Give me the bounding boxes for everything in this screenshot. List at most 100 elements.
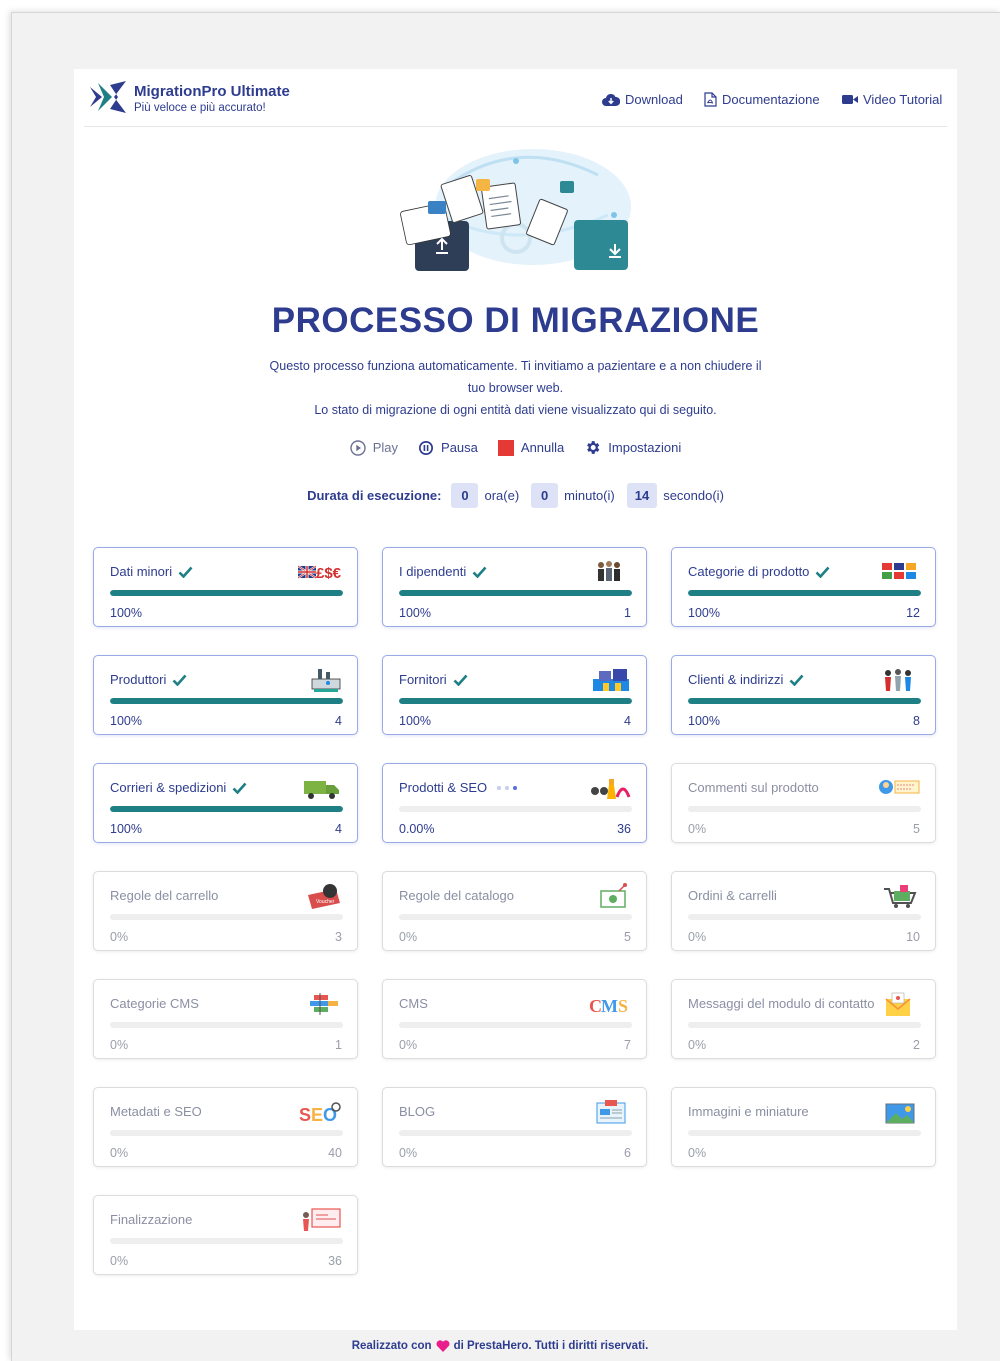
blog-icon — [596, 1100, 626, 1124]
checkmark-icon — [172, 674, 187, 686]
entity-name-text: BLOG — [399, 1104, 436, 1119]
progress-bar — [688, 698, 921, 704]
entity-card-fornitori: Fornitori 100% 4 — [382, 655, 647, 735]
pause-button[interactable]: Pausa — [418, 439, 478, 456]
entity-name: Fornitori — [399, 672, 468, 687]
progress-bar — [110, 914, 343, 920]
description-line-3: Lo stato di migrazione di ogni entità da… — [314, 403, 717, 417]
entity-name-text: CMS — [399, 996, 428, 1011]
progress-percent: 0% — [688, 1038, 707, 1052]
checkmark-icon — [816, 566, 830, 578]
nav-download-label: Download — [625, 92, 683, 107]
gear-icon — [587, 441, 600, 454]
cancel-button[interactable]: Annulla — [497, 439, 564, 456]
progress-percent: 0% — [688, 1146, 707, 1160]
entity-name-text: Produttori — [110, 672, 167, 687]
progress-bar — [688, 914, 921, 920]
entity-count: 4 — [335, 822, 342, 836]
progress-bar — [688, 1022, 921, 1028]
play-button[interactable]: Play — [350, 439, 398, 456]
progress-fill — [688, 698, 921, 704]
progress-bar — [110, 698, 343, 704]
migration-panel: MigrationPro Ultimate Più veloce e più a… — [74, 69, 957, 1330]
progress-fill — [399, 698, 632, 704]
entity-name: Prodotti & SEO — [399, 780, 518, 795]
checkmark-icon — [178, 566, 193, 578]
page-title: PROCESSO DI MIGRAZIONE — [271, 301, 760, 340]
progress-percent: 100% — [399, 714, 431, 728]
progress-percent: 0% — [688, 930, 707, 944]
nav-video-tutorial[interactable]: Video Tutorial — [842, 92, 942, 107]
comment-icon — [879, 780, 920, 794]
progress-bar — [399, 1130, 632, 1136]
description-line-1: Questo processo funziona automaticamente… — [269, 359, 762, 373]
entity-count: 5 — [624, 930, 631, 944]
progress-fill — [110, 590, 343, 596]
entity-card-commenti-sul-prodotto: Commenti sul prodotto 0% 5 — [671, 763, 936, 843]
heart-icon — [436, 1340, 450, 1352]
entity-count: 6 — [624, 1146, 631, 1160]
entity-name: I dipendenti — [399, 564, 487, 579]
svg-text:S: S — [299, 1105, 311, 1125]
cms-categories-icon — [310, 993, 338, 1015]
entity-count: 40 — [328, 1146, 342, 1160]
image-icon — [885, 1103, 915, 1124]
svg-text:Voucher: Voucher — [316, 899, 335, 905]
play-label: Play — [372, 440, 399, 455]
entity-name-text: Regole del catalogo — [399, 888, 514, 903]
entity-name-text: Categorie CMS — [110, 996, 199, 1011]
entity-name-text: Clienti & indirizzi — [688, 672, 784, 687]
checkmark-icon — [232, 782, 247, 794]
progress-fill — [688, 590, 921, 596]
entity-card-dati-minori: Dati minori £$€ 100% — [93, 547, 358, 627]
progress-bar — [399, 698, 632, 704]
nav-download[interactable]: Download — [602, 92, 683, 107]
svg-text:E: E — [311, 1105, 323, 1125]
progress-percent: 100% — [110, 822, 142, 836]
settings-label: Impostazioni — [608, 440, 682, 455]
brand-name: MigrationPro Ultimate — [134, 83, 290, 100]
nav-documentation[interactable]: Documentazione — [704, 92, 820, 107]
seo-icon: SEO — [299, 1102, 341, 1125]
entity-count: 12 — [906, 606, 920, 620]
entity-count: 5 — [913, 822, 920, 836]
entity-count: 1 — [624, 606, 631, 620]
checkmark-icon — [453, 674, 468, 686]
entity-count: 36 — [617, 822, 631, 836]
progress-percent: 0% — [399, 930, 418, 944]
cloud-download-icon — [602, 93, 620, 106]
svg-text:£$€: £$€ — [316, 565, 342, 582]
progress-percent: 100% — [110, 606, 142, 620]
entity-count: 2 — [913, 1038, 920, 1052]
progress-bar — [110, 1022, 343, 1028]
entity-name-text: I dipendenti — [399, 564, 467, 579]
entity-card-produttori: Produttori 100% 4 — [93, 655, 358, 735]
envelope-icon — [885, 992, 911, 1016]
progress-fill — [399, 590, 632, 596]
entity-card-messaggi-del-modulo-di-contatto: Messaggi del modulo di contatto 0% 2 — [671, 979, 936, 1059]
voucher-icon: Voucher — [308, 884, 340, 909]
entity-card-corrieri-spedizioni: Corrieri & spedizioni 100% 4 — [93, 763, 358, 843]
pause-icon — [419, 440, 434, 455]
progress-percent: 100% — [110, 714, 142, 728]
progress-bar — [110, 1130, 343, 1136]
entity-name: Regole del catalogo — [399, 888, 514, 903]
factory-icon — [311, 669, 341, 692]
entity-card-ordini-carrelli: Ordini & carrelli 0% 10 — [671, 871, 936, 951]
progress-percent: 0.00% — [399, 822, 435, 836]
seconds-unit: secondo(i) — [663, 488, 724, 503]
progress-bar — [688, 806, 921, 812]
entity-count: 3 — [335, 930, 342, 944]
progress-percent: 100% — [399, 606, 431, 620]
entity-name-text: Dati minori — [110, 564, 173, 579]
entity-card-finalizzazione: Finalizzazione 0% 36 — [93, 1195, 358, 1275]
settings-button[interactable]: Impostazioni — [584, 439, 681, 456]
cart-icon — [884, 885, 917, 908]
nav-video-tutorial-label: Video Tutorial — [863, 92, 943, 107]
progress-percent: 0% — [110, 1146, 129, 1160]
minutes-value: 0 — [531, 483, 559, 508]
entity-name-text: Messaggi del modulo di contatto — [688, 996, 875, 1011]
brand-tagline: Più veloce e più accurato! — [134, 102, 266, 114]
progress-bar — [110, 806, 343, 812]
seconds-value: 14 — [626, 483, 658, 508]
